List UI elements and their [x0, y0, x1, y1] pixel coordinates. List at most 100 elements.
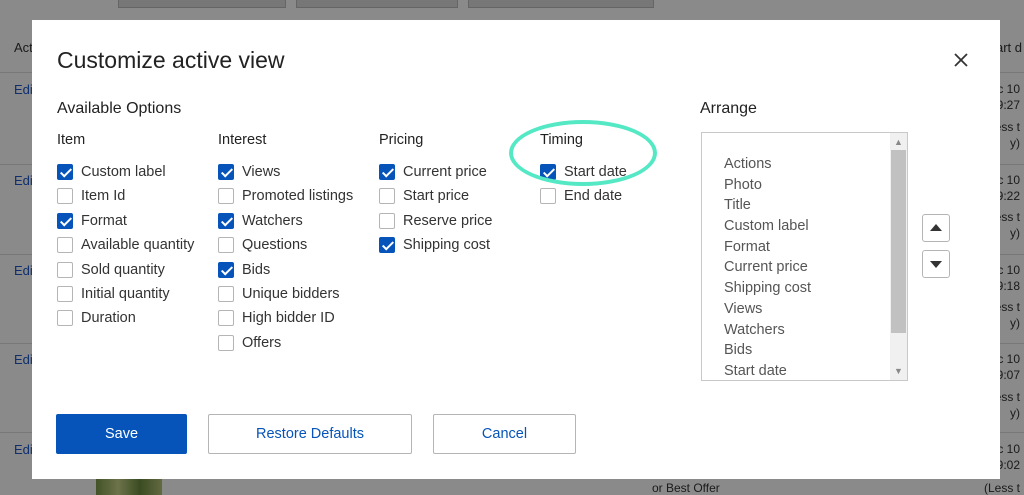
checkbox[interactable]: [218, 237, 234, 254]
option-label: Unique bidders: [242, 286, 340, 302]
option-group-title: Pricing: [379, 132, 424, 148]
arrange-item[interactable]: Title: [724, 195, 811, 216]
checkbox[interactable]: [218, 188, 234, 205]
checkbox[interactable]: [57, 237, 73, 254]
option-available-quantity[interactable]: Available quantity: [57, 237, 195, 254]
arrange-list: Actions Photo Title Custom label Format Curre…: [724, 154, 811, 380]
save-button[interactable]: Save: [56, 414, 187, 454]
arrange-item[interactable]: Start date: [724, 361, 811, 380]
option-promoted-listings[interactable]: Promoted listings: [218, 188, 354, 205]
option-high-bidder-id[interactable]: High bidder ID: [218, 310, 335, 327]
option-bids[interactable]: Bids: [218, 261, 271, 278]
arrange-heading: Arrange: [700, 100, 757, 117]
customize-view-dialog: Customize active view Available Options …: [32, 20, 1000, 479]
arrange-item[interactable]: Watchers: [724, 320, 811, 341]
option-label: Start date: [564, 164, 627, 180]
checkbox[interactable]: [57, 310, 73, 327]
option-shipping-cost[interactable]: Shipping cost: [379, 237, 491, 254]
arrange-scrollbar[interactable]: ▲ ▼: [890, 133, 907, 380]
option-item-id[interactable]: Item Id: [57, 188, 126, 205]
option-group-title: Item: [57, 132, 86, 148]
available-options-heading: Available Options: [57, 100, 182, 117]
checkbox[interactable]: [379, 212, 395, 229]
checkbox[interactable]: [379, 237, 395, 254]
option-group-title: Interest: [218, 132, 267, 148]
option-group-pricing: Pricing Current price Start price Reserve p…: [379, 132, 492, 254]
dialog-title: Customize active view: [57, 47, 285, 73]
checkbox[interactable]: [379, 188, 395, 205]
option-label: Questions: [242, 237, 308, 254]
option-duration[interactable]: Duration: [57, 310, 136, 327]
scrollbar-thumb[interactable]: [891, 150, 906, 333]
option-custom-label[interactable]: Custom label: [57, 164, 166, 180]
option-label: Available quantity: [81, 237, 195, 254]
close-icon: [954, 53, 968, 67]
option-group-item: Item Custom label Item Id Format Available q…: [57, 132, 194, 327]
option-views[interactable]: Views: [218, 164, 280, 180]
option-label: Start price: [403, 188, 470, 205]
checkbox[interactable]: [218, 286, 234, 302]
option-initial-quantity[interactable]: Initial quantity: [57, 286, 170, 302]
checkbox[interactable]: [218, 310, 234, 327]
option-label: Promoted listings: [242, 188, 354, 205]
checkbox[interactable]: [218, 212, 234, 229]
option-label: Sold quantity: [81, 261, 165, 278]
option-label: Custom label: [81, 164, 166, 180]
arrange-item[interactable]: Format: [724, 237, 811, 258]
option-label: End date: [564, 188, 623, 205]
arrange-item[interactable]: Views: [724, 299, 811, 320]
option-group-interest: Interest Views Promoted listings Watchers Qu…: [218, 132, 353, 351]
move-down-button[interactable]: [922, 250, 950, 278]
option-label: Offers: [242, 334, 282, 351]
triangle-down-icon: [930, 261, 942, 268]
close-button[interactable]: [950, 49, 972, 71]
option-label: Duration: [81, 310, 136, 327]
restore-defaults-button[interactable]: Restore Defaults: [208, 414, 412, 454]
checkbox[interactable]: [57, 261, 73, 278]
option-start-date[interactable]: Start date: [540, 164, 627, 180]
option-reserve-price[interactable]: Reserve price: [379, 212, 493, 229]
arrange-listbox[interactable]: Actions Photo Title Custom label Format Curre…: [701, 132, 908, 381]
checkbox[interactable]: [57, 286, 73, 302]
option-label: Bids: [242, 261, 271, 278]
arrange-item[interactable]: Custom label: [724, 216, 811, 237]
scroll-down-arrow-icon[interactable]: ▼: [894, 366, 903, 376]
arrange-item[interactable]: Actions: [724, 154, 811, 175]
option-format[interactable]: Format: [57, 212, 127, 229]
checkbox[interactable]: [540, 164, 556, 180]
option-label: Item Id: [81, 188, 126, 205]
option-label: High bidder ID: [242, 310, 335, 327]
checkbox[interactable]: [218, 334, 234, 351]
cancel-button[interactable]: Cancel: [433, 414, 576, 454]
option-unique-bidders[interactable]: Unique bidders: [218, 286, 340, 302]
option-watchers[interactable]: Watchers: [218, 212, 303, 229]
checkbox[interactable]: [57, 212, 73, 229]
option-label: Format: [81, 212, 127, 229]
move-up-button[interactable]: [922, 214, 950, 242]
checkbox[interactable]: [540, 188, 556, 205]
arrange-item[interactable]: Current price: [724, 257, 811, 278]
checkbox[interactable]: [57, 188, 73, 205]
option-label: Watchers: [242, 212, 303, 229]
triangle-up-icon: [930, 224, 942, 231]
option-group-title: Timing: [540, 132, 583, 148]
option-label: Reserve price: [403, 212, 493, 229]
checkbox[interactable]: [218, 164, 234, 180]
option-end-date[interactable]: End date: [540, 188, 623, 205]
checkbox[interactable]: [57, 164, 73, 180]
checkbox[interactable]: [218, 261, 234, 278]
option-questions[interactable]: Questions: [218, 237, 308, 254]
arrange-item[interactable]: Bids: [724, 340, 811, 361]
arrange-item[interactable]: Photo: [724, 175, 811, 196]
scroll-up-arrow-icon[interactable]: ▲: [894, 137, 903, 147]
option-start-price[interactable]: Start price: [379, 188, 470, 205]
option-label: Shipping cost: [403, 237, 491, 254]
arrange-item[interactable]: Shipping cost: [724, 278, 811, 299]
option-group-timing: Timing Start date End date: [540, 132, 627, 205]
option-sold-quantity[interactable]: Sold quantity: [57, 261, 165, 278]
option-offers[interactable]: Offers: [218, 334, 282, 351]
option-label: Initial quantity: [81, 286, 170, 302]
option-current-price[interactable]: Current price: [379, 164, 487, 180]
option-label: Views: [242, 164, 281, 180]
checkbox[interactable]: [379, 164, 395, 180]
